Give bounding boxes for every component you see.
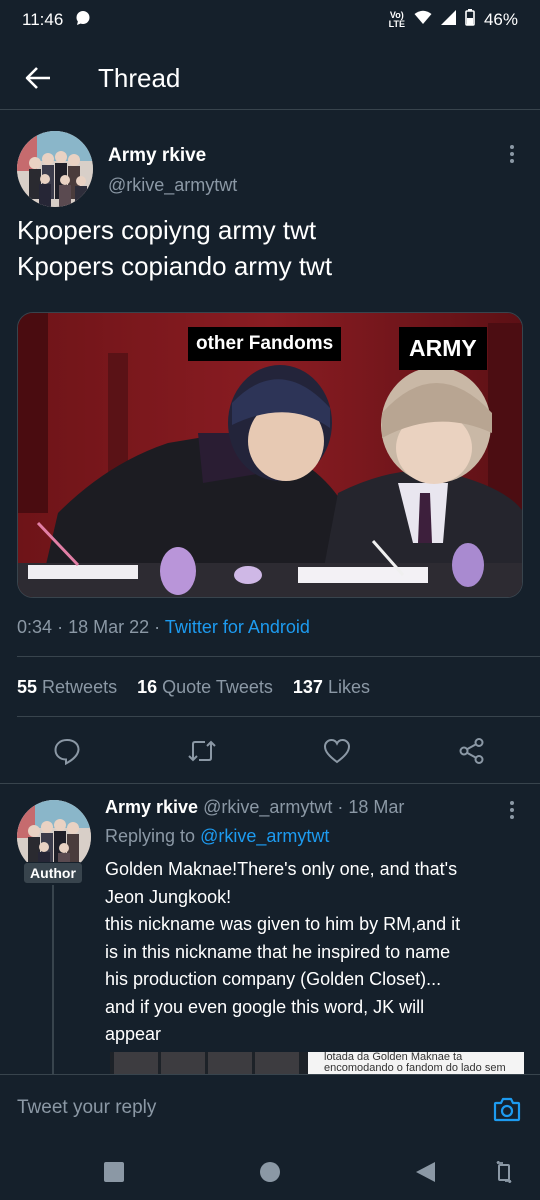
reply-input[interactable] <box>17 1097 437 1119</box>
retweet-button[interactable] <box>187 736 217 766</box>
meta-separator: · <box>57 617 64 637</box>
actions-divider <box>0 783 540 784</box>
status-bar: 11:46 Vo) LTE 46% <box>0 0 540 40</box>
tweet-media-image[interactable]: other Fandoms ARMY <box>17 312 523 598</box>
recents-icon <box>104 1162 124 1182</box>
back-icon <box>416 1162 435 1182</box>
status-time: 11:46 <box>22 10 64 29</box>
camera-icon <box>493 1097 521 1122</box>
media-caption-army: ARMY <box>399 327 487 370</box>
volte-indicator: Vo) LTE <box>389 11 405 29</box>
back-button[interactable] <box>12 52 64 104</box>
quote-tweets-stat[interactable]: 16 Quote Tweets <box>137 677 273 697</box>
reply-text-line: this nickname was given to him by RM,and… <box>105 914 461 934</box>
more-options-button[interactable] <box>500 142 524 166</box>
retweets-label: Retweets <box>42 677 118 697</box>
reply-text-line: is in this nickname that he inspired to … <box>105 941 451 962</box>
header-divider <box>0 109 540 110</box>
reply-text-line: Jeon Jungkook! <box>105 886 232 907</box>
media-caption-other-fandoms: other Fandoms <box>188 327 342 361</box>
retweets-stat[interactable]: 55 Retweets <box>17 677 117 697</box>
wifi-icon <box>414 10 432 30</box>
tweet-text-line: Kpopers copiando army twt <box>17 251 333 281</box>
signal-icon <box>440 10 456 30</box>
tweet-text: Kpopers copiyng army twt Kpopers copiand… <box>17 212 527 284</box>
retweets-count: 55 <box>17 677 38 697</box>
rotate-button[interactable] <box>492 1160 516 1184</box>
reply-icon <box>54 738 80 765</box>
replying-to-prefix: Replying to <box>105 826 196 846</box>
reply-text-line: his production company (Golden Closet)..… <box>105 969 442 989</box>
reply-author-name[interactable]: Army rkive <box>105 797 198 817</box>
tweet-meta: 0:34 · 18 Mar 22 · Twitter for Android <box>17 617 310 638</box>
page-title: Thread <box>98 62 181 93</box>
reply-text: Golden Maknae!There's only one, and that… <box>105 856 525 1049</box>
share-button[interactable] <box>457 736 487 766</box>
likes-label: Likes <box>327 677 370 697</box>
volte-line2: LTE <box>388 19 405 29</box>
reply-button[interactable] <box>52 736 82 766</box>
battery-percent: 46% <box>483 10 518 29</box>
author-handle[interactable]: @rkive_armytwt <box>108 175 237 196</box>
chat-bubble-icon <box>75 10 91 31</box>
meta-divider <box>17 656 540 657</box>
like-button[interactable] <box>322 736 352 766</box>
replying-to-handle-link[interactable]: @rkive_armytwt <box>200 826 329 846</box>
like-icon <box>323 738 351 764</box>
author-badge: Author <box>23 862 83 884</box>
camera-button[interactable] <box>493 1096 521 1122</box>
battery-icon <box>465 9 475 31</box>
likes-stat[interactable]: 137 Likes <box>293 677 370 697</box>
home-button[interactable] <box>258 1160 282 1184</box>
replying-to: Replying to @rkive_armytwt <box>105 826 329 847</box>
reply-composer <box>0 1074 540 1142</box>
thread-line <box>52 885 54 1075</box>
reply-text-line: Golden Maknae!There's only one, and that… <box>105 859 458 879</box>
tweet-stats: 55 Retweets 16 Quote Tweets 137 Likes <box>17 677 370 698</box>
tweet-text-line: Kpopers copiyng army twt <box>17 215 317 245</box>
tweet-source-link[interactable]: Twitter for Android <box>165 617 310 637</box>
reply-media-thumbnails <box>110 1052 308 1074</box>
arrow-left-icon <box>25 67 50 89</box>
tweet-date: 18 Mar 22 <box>68 617 150 637</box>
system-nav-bar <box>0 1142 540 1200</box>
reply-media-snippet-line2: encomodando o fandom do lado sem <box>324 1062 506 1074</box>
reply-header: Army rkive @rkive_armytwt · 18 Mar <box>105 797 404 818</box>
home-icon <box>260 1162 280 1182</box>
reply-date: 18 Mar <box>348 797 405 817</box>
meta-separator: · <box>154 617 161 637</box>
tweet-actions <box>0 728 540 774</box>
share-icon <box>459 738 484 764</box>
reply-media-snippet: lotada da Golden Maknae ta encomodando o… <box>308 1052 524 1074</box>
quotes-count: 16 <box>137 677 158 697</box>
author-name[interactable]: Army rkive <box>108 145 206 167</box>
quotes-label: Quote Tweets <box>162 677 273 697</box>
rotate-icon <box>496 1161 512 1183</box>
reply-author-handle[interactable]: @rkive_armytwt <box>203 797 332 817</box>
recents-button[interactable] <box>102 1160 126 1184</box>
reply-text-line: and if you even google this word, JK wil… <box>105 996 425 1017</box>
avatar[interactable] <box>17 131 93 207</box>
stats-divider <box>17 716 540 717</box>
system-back-button[interactable] <box>413 1160 437 1184</box>
reply-more-options-button[interactable] <box>500 798 524 822</box>
tweet-time: 0:34 <box>17 617 53 637</box>
reply-media-image[interactable]: lotada da Golden Maknae ta encomodando o… <box>110 1052 524 1074</box>
app-header: Thread <box>0 48 540 108</box>
meta-separator: · <box>337 797 344 817</box>
reply-text-line: appear <box>105 1024 162 1044</box>
retweet-icon <box>188 740 216 762</box>
likes-count: 137 <box>292 677 323 697</box>
